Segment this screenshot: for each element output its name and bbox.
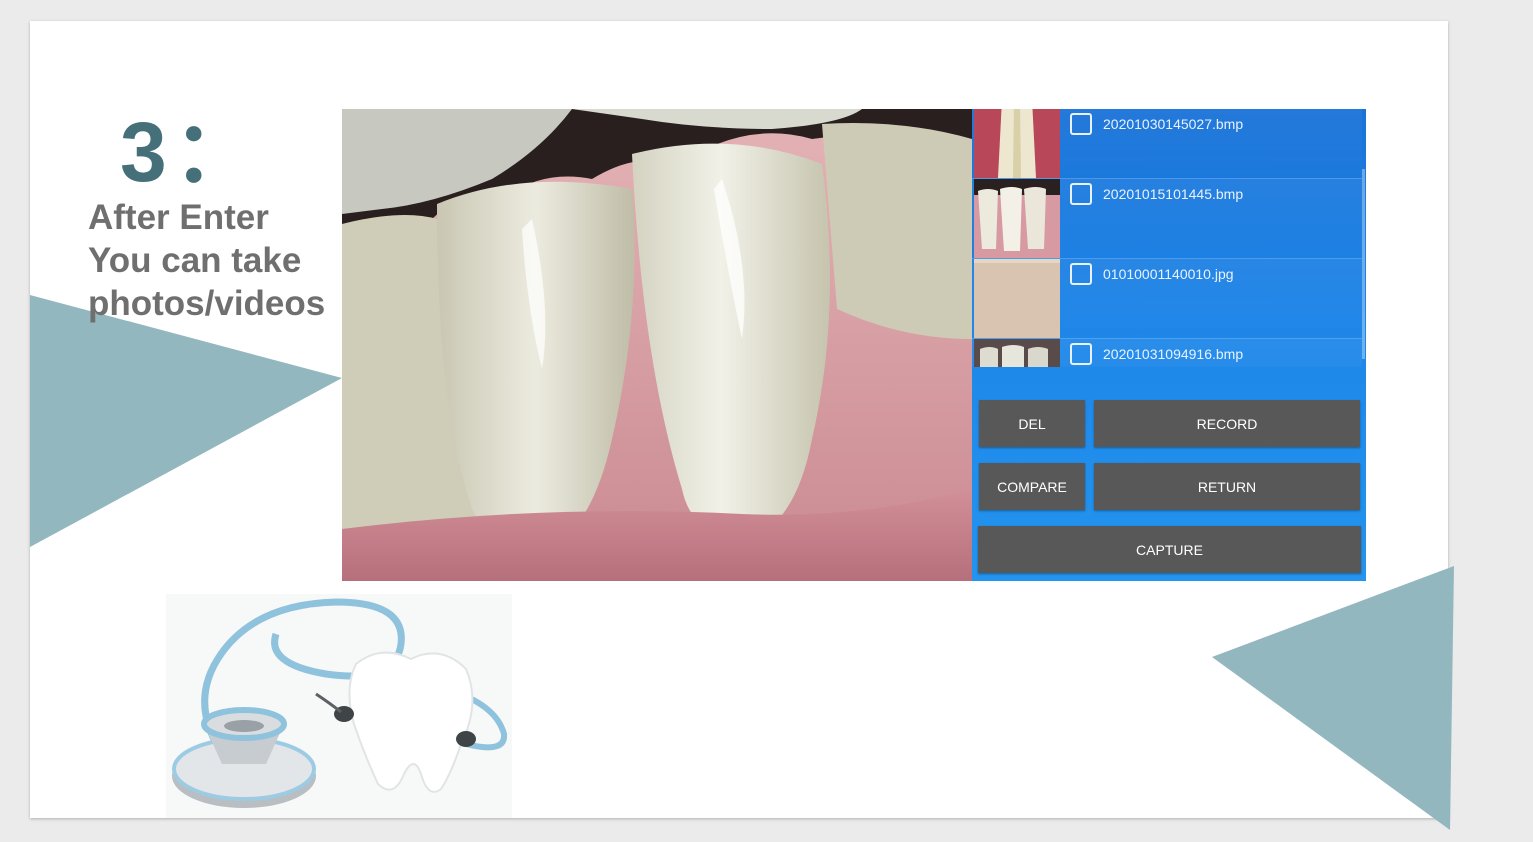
file-list: 20201030145027.bmp 20201015101445.bmp 01… <box>972 109 1366 367</box>
file-thumbnail <box>974 179 1060 258</box>
file-list-scrollbar[interactable] <box>1362 169 1365 359</box>
stethoscope-tooth-image <box>166 594 512 818</box>
file-list-item[interactable]: 01010001140010.jpg <box>972 259 1362 339</box>
camera-image <box>342 109 972 581</box>
step-line-2: You can take <box>88 241 302 280</box>
left-triangle-decoration <box>30 295 342 547</box>
file-thumbnail <box>974 339 1060 367</box>
file-list-item[interactable]: 20201015101445.bmp <box>972 179 1362 259</box>
step-description: After Enter You can take photos/videos <box>88 196 325 325</box>
file-thumbnail <box>974 259 1060 338</box>
file-checkbox[interactable] <box>1070 113 1092 135</box>
file-list-item[interactable]: 20201030145027.bmp <box>972 109 1362 179</box>
record-button[interactable]: RECORD <box>1094 400 1360 447</box>
file-thumbnail <box>974 109 1060 178</box>
compare-button[interactable]: COMPARE <box>979 463 1085 510</box>
file-name: 20201015101445.bmp <box>1103 186 1244 202</box>
file-name: 01010001140010.jpg <box>1103 266 1234 282</box>
step-line-1: After Enter <box>88 198 269 237</box>
file-checkbox[interactable] <box>1070 343 1092 365</box>
file-checkbox[interactable] <box>1070 263 1092 285</box>
return-button[interactable]: RETURN <box>1094 463 1360 510</box>
del-button[interactable]: DEL <box>979 400 1085 447</box>
step-number: 3： <box>120 105 263 199</box>
camera-live-view[interactable] <box>342 109 972 581</box>
file-list-item[interactable]: 20201031094916.bmp <box>972 339 1362 367</box>
file-name: 20201030145027.bmp <box>1103 116 1244 132</box>
camera-app-window: 20201030145027.bmp 20201015101445.bmp 01… <box>342 109 1366 581</box>
capture-button[interactable]: CAPTURE <box>978 526 1361 573</box>
control-panel: 20201030145027.bmp 20201015101445.bmp 01… <box>972 109 1366 581</box>
right-triangle-decoration <box>1212 566 1454 830</box>
step-line-3: photos/videos <box>88 284 326 323</box>
file-checkbox[interactable] <box>1070 183 1092 205</box>
file-name: 20201031094916.bmp <box>1103 346 1244 362</box>
